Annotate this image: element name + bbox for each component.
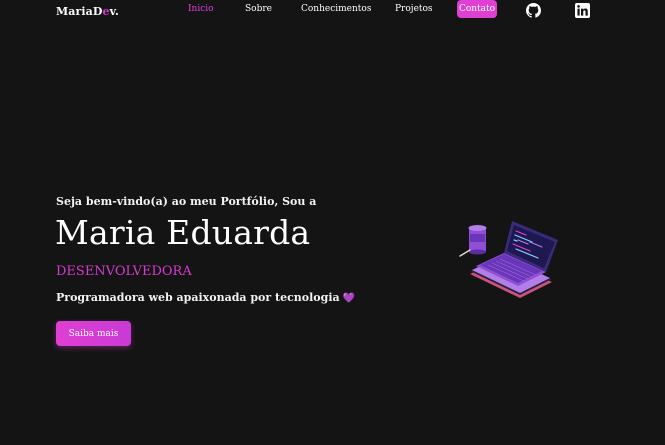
hero-name: Maria Eduarda	[55, 213, 311, 252]
logo[interactable]: MariaDev.	[56, 5, 119, 18]
hero-tagline-text: Programadora web apaixonada por tecnolog…	[56, 291, 340, 304]
linkedin-icon[interactable]	[575, 3, 590, 18]
hero-tagline: Programadora web apaixonada por tecnolog…	[56, 291, 355, 304]
hero-greeting: Seja bem-vindo(a) ao meu Portfólio, Sou …	[56, 195, 317, 208]
laptop-coffee-illustration	[458, 216, 564, 316]
nav-link-conhecimentos[interactable]: Conhecimentos	[301, 4, 371, 14]
heart-icon: 💜	[342, 293, 356, 304]
logo-end: v.	[109, 5, 119, 18]
nav-link-inicio[interactable]: Inicio	[188, 4, 214, 14]
github-icon[interactable]	[526, 3, 541, 18]
logo-main: MariaD	[56, 5, 103, 18]
logo-accent: e	[102, 5, 110, 18]
nav-link-projetos[interactable]: Projetos	[395, 4, 433, 14]
saiba-mais-button[interactable]: Saiba mais	[56, 321, 131, 346]
navbar: MariaDev. Inicio Sobre Conhecimentos Pro…	[0, 0, 665, 24]
contato-button[interactable]: Contato	[457, 0, 497, 18]
nav-link-sobre[interactable]: Sobre	[245, 4, 272, 14]
hero-role: DESENVOLVEDORA	[56, 264, 192, 279]
